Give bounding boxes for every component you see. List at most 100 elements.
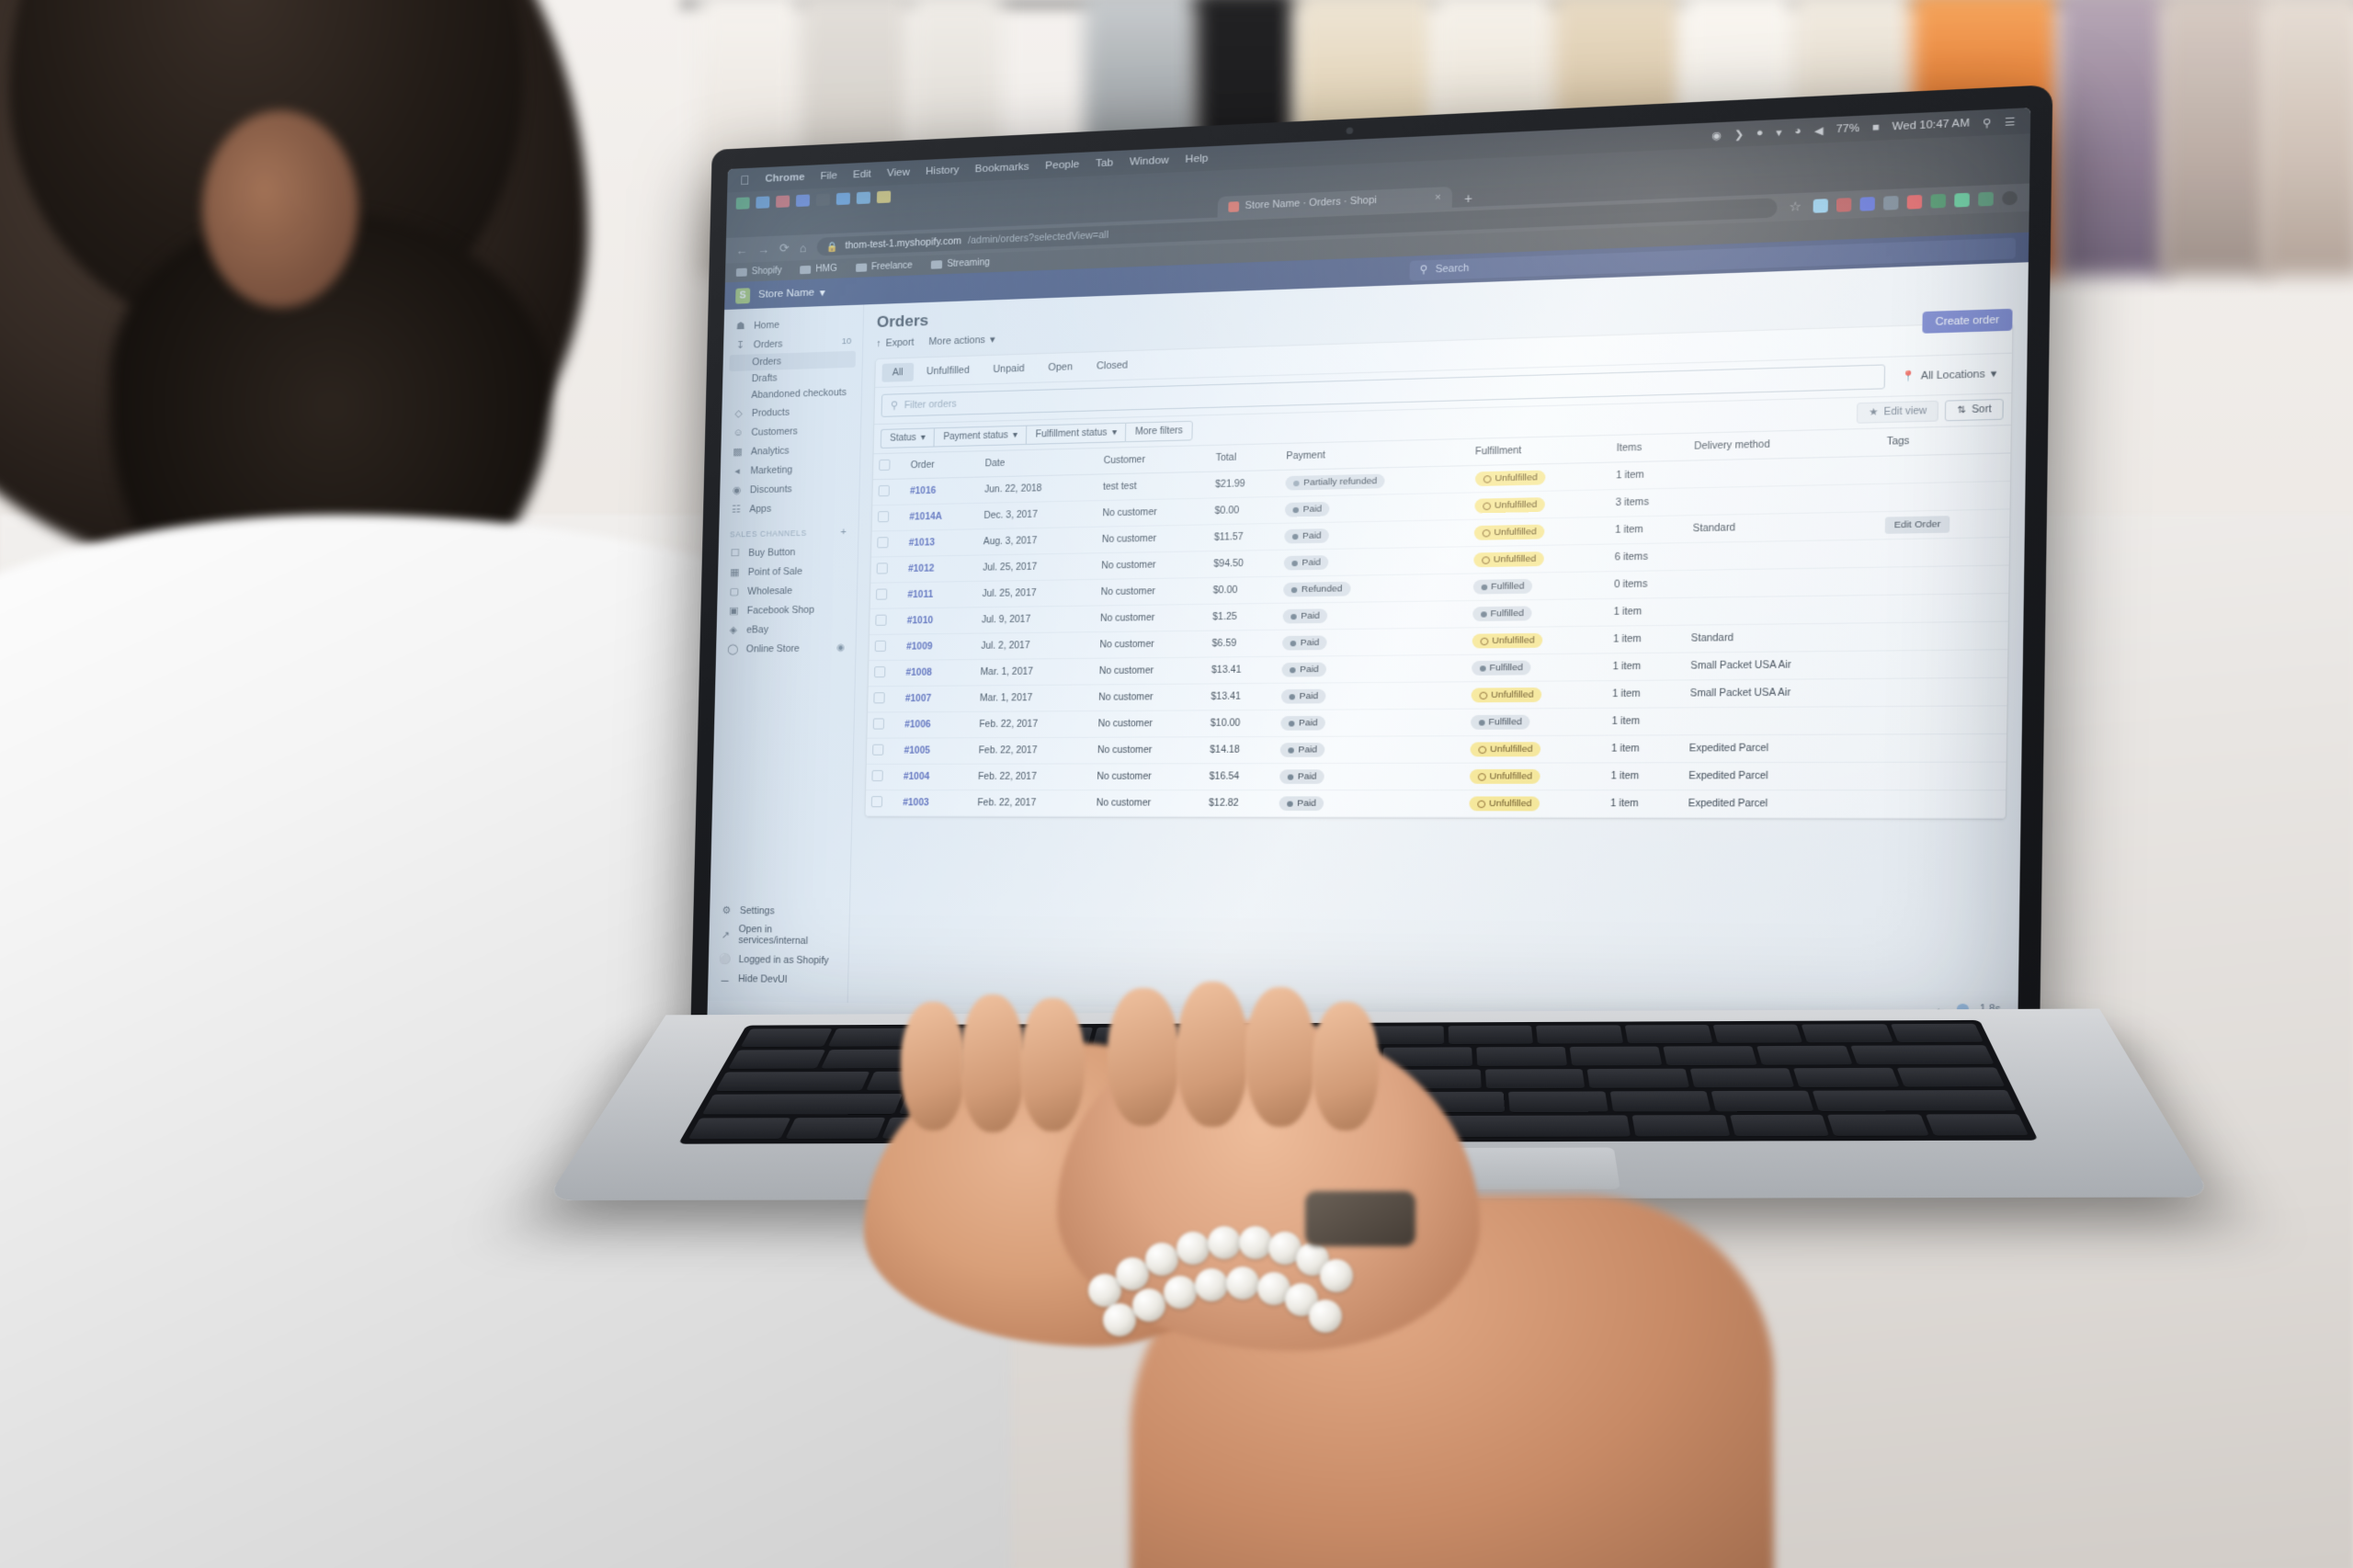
home-icon[interactable]: ⌂ — [800, 241, 807, 255]
menu-file[interactable]: File — [820, 170, 837, 182]
menu-people[interactable]: People — [1045, 159, 1079, 172]
col-customer[interactable]: Customer — [1097, 445, 1211, 475]
menu-window[interactable]: Window — [1130, 154, 1169, 167]
sidebar-item-point-of-sale[interactable]: ▦ Point of Sale — [718, 561, 858, 582]
bookmark-icon-2[interactable] — [756, 195, 770, 209]
extension-icon-5[interactable] — [1906, 194, 1923, 210]
extension-icon-1[interactable] — [1813, 199, 1828, 213]
mac-clock[interactable]: Wed 10:47 AM — [1893, 118, 1970, 133]
bookmark-star-icon[interactable]: ☆ — [1789, 199, 1802, 215]
search-icon[interactable]: ⚲ — [1983, 116, 1992, 129]
row-checkbox[interactable] — [874, 666, 886, 678]
menu-bookmarks[interactable]: Bookmarks — [975, 162, 1029, 176]
table-row[interactable]: #1003 Feb. 22, 2017 No customer $12.82 Paid U… — [865, 790, 2006, 819]
sidebar-item-apps[interactable]: ☷ Apps — [720, 497, 859, 519]
row-checkbox[interactable] — [877, 511, 890, 523]
tab-all[interactable]: All — [881, 362, 914, 382]
row-checkbox[interactable] — [876, 562, 888, 574]
shield-icon[interactable]: ▾ — [1776, 126, 1782, 139]
edit-order-button[interactable]: Edit Order — [1885, 516, 1949, 534]
col-total[interactable]: Total — [1210, 444, 1281, 472]
sidebar-item-ebay[interactable]: ◈ eBay — [716, 619, 856, 640]
close-icon[interactable]: × — [1435, 192, 1441, 204]
bookmark-icon-1[interactable] — [735, 196, 750, 210]
menu-edit[interactable]: Edit — [853, 169, 871, 181]
avatar[interactable] — [2002, 190, 2018, 206]
control-center-icon[interactable]: ☰ — [2005, 115, 2016, 129]
extension-icon-8[interactable] — [1978, 191, 1994, 207]
row-checkbox[interactable] — [877, 537, 889, 549]
filter-payment-status[interactable]: Payment status ▾ — [933, 425, 1027, 448]
col-delivery-method[interactable]: Delivery method — [1688, 428, 1881, 461]
bookmark-streaming[interactable]: Streaming — [930, 257, 990, 270]
more-actions-button[interactable]: More actions ▾ — [928, 335, 995, 347]
bookmark-freelance[interactable]: Freelance — [855, 260, 913, 272]
bookmark-icon-7[interactable] — [856, 191, 871, 204]
new-tab-button[interactable]: + — [1457, 188, 1480, 208]
table-row[interactable]: #1006 Feb. 22, 2017 No customer $10.00 Paid F… — [867, 705, 2007, 739]
edit-view-button[interactable]: ★ Edit view — [1857, 400, 1939, 424]
eye-icon[interactable]: ◉ — [836, 642, 845, 653]
select-all-checkbox[interactable] — [879, 459, 891, 472]
reload-icon[interactable]: ⟳ — [779, 241, 790, 256]
sidebar-item-settings[interactable]: ⚙ Settings — [710, 901, 849, 921]
col-items[interactable]: Items — [1609, 433, 1688, 463]
col-date[interactable]: Date — [979, 449, 1098, 478]
col-order[interactable]: Order — [904, 451, 980, 479]
add-channel-icon[interactable]: + — [840, 527, 847, 538]
row-checkbox[interactable] — [875, 588, 888, 600]
sidebar-item-wholesale[interactable]: ▢ Wholesale — [717, 580, 857, 601]
col-fulfillment[interactable]: Fulfillment — [1469, 435, 1611, 466]
row-checkbox[interactable] — [873, 692, 885, 704]
wifi-icon[interactable]: ◕ — [1794, 125, 1802, 137]
row-checkbox[interactable] — [872, 718, 885, 730]
table-row[interactable]: #1004 Feb. 22, 2017 No customer $16.54 Paid U… — [866, 762, 2006, 790]
back-icon[interactable]: ← — [735, 243, 747, 256]
bookmark-icon-8[interactable] — [876, 190, 892, 203]
bookmark-icon-3[interactable] — [776, 194, 790, 208]
filter-status[interactable]: Status ▾ — [880, 427, 935, 449]
create-order-button[interactable]: Create order — [1922, 308, 2013, 334]
dev-link-logged-in-as[interactable]: ⚪ Logged in as Shopify — [709, 949, 848, 971]
bluetooth-icon[interactable]: ● — [1756, 127, 1764, 139]
bookmark-hmg[interactable]: HMG — [800, 264, 837, 276]
sidebar-item-online-store[interactable]: ◯ Online Store ◉ — [716, 638, 856, 659]
tab-unpaid[interactable]: Unpaid — [983, 358, 1035, 379]
row-checkbox[interactable] — [871, 769, 883, 782]
bookmark-icon-4[interactable] — [795, 193, 811, 207]
row-checkbox[interactable] — [874, 640, 887, 653]
filter-fulfillment-status[interactable]: Fulfillment status ▾ — [1026, 422, 1126, 445]
table-row[interactable]: #1005 Feb. 22, 2017 No customer $14.18 Paid U… — [866, 733, 2007, 765]
extension-icon-7[interactable] — [1954, 192, 1970, 208]
tab-unfulfilled[interactable]: Unfulfilled — [915, 360, 980, 381]
menu-tab[interactable]: Tab — [1096, 157, 1114, 169]
row-checkbox[interactable] — [875, 614, 887, 626]
dev-link-hide-devui[interactable]: ⚊ Hide DevUI — [708, 969, 847, 990]
row-checkbox[interactable] — [870, 796, 883, 808]
apple-icon[interactable]:  — [740, 173, 750, 187]
store-switcher[interactable]: Store Name ▾ — [758, 286, 825, 301]
menu-help[interactable]: Help — [1185, 153, 1208, 165]
bookmark-shopify[interactable]: Shopify — [735, 266, 782, 278]
extension-icon-4[interactable] — [1883, 196, 1899, 210]
extension-icon-6[interactable] — [1930, 193, 1947, 209]
col-tags[interactable]: Tags — [1880, 426, 2011, 457]
row-checkbox[interactable] — [878, 484, 890, 497]
bookmark-icon-6[interactable] — [835, 191, 851, 205]
menu-history[interactable]: History — [926, 165, 960, 177]
sidebar-item-buy-button[interactable]: ☐ Buy Button — [718, 541, 858, 563]
row-checkbox[interactable] — [872, 744, 884, 756]
tab-closed[interactable]: Closed — [1086, 356, 1138, 376]
extension-icon-3[interactable] — [1859, 197, 1875, 211]
bookmark-icon-5[interactable] — [815, 192, 831, 206]
locations-dropdown[interactable]: 📍 All Locations ▾ — [1893, 367, 2004, 383]
tab-open[interactable]: Open — [1038, 358, 1084, 378]
dropbox-icon[interactable]: ◉ — [1711, 129, 1722, 142]
volume-icon[interactable]: ◀ — [1814, 124, 1824, 137]
chevron-icon[interactable]: ❯ — [1734, 128, 1745, 141]
sidebar-item-facebook-shop[interactable]: ▣ Facebook Shop — [717, 599, 857, 620]
export-button[interactable]: ↑ Export — [876, 337, 914, 349]
menu-view[interactable]: View — [887, 167, 910, 179]
forward-icon[interactable]: → — [757, 242, 769, 256]
battery-icon[interactable]: ■ — [1872, 121, 1880, 133]
